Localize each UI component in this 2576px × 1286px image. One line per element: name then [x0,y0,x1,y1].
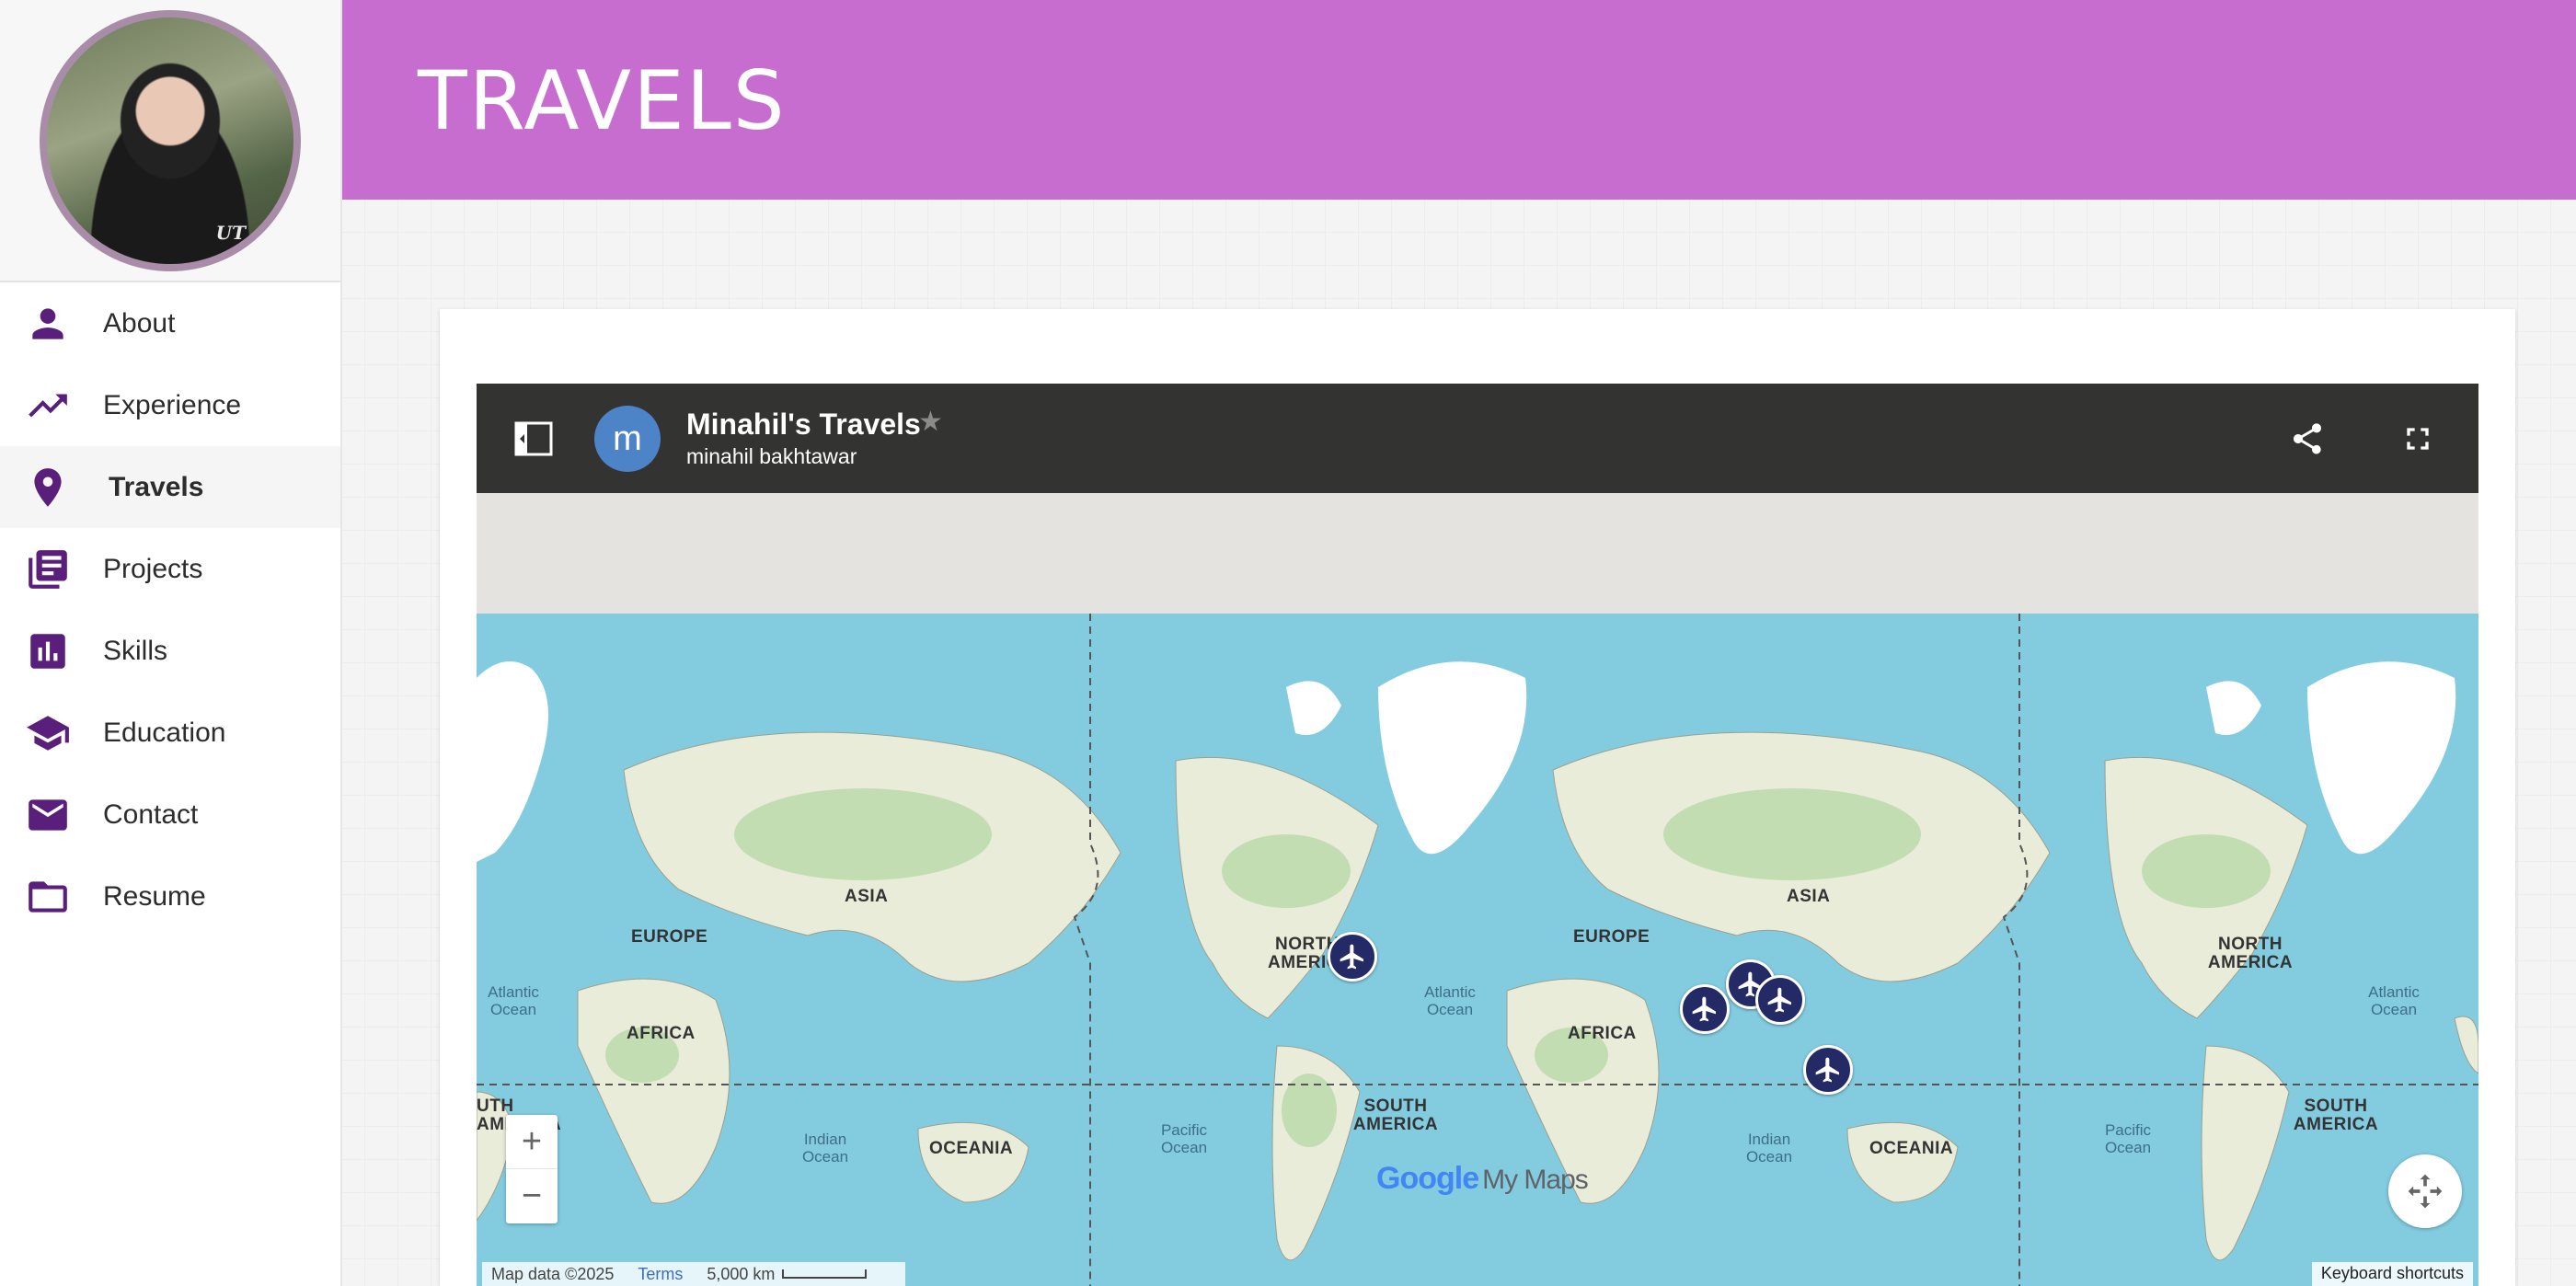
zoom-controls: + − [506,1115,558,1223]
continent-label: AFRICA [627,1024,696,1043]
keyboard-shortcuts-button[interactable]: Keyboard shortcuts [2311,1262,2473,1286]
travel-pin[interactable] [1803,1045,1853,1095]
sidebar-item-travels[interactable]: Travels [0,446,340,528]
sidebar-item-education[interactable]: Education [0,692,340,774]
sidebar-item-skills[interactable]: Skills [0,610,340,692]
sidebar-item-label: Projects [103,553,203,584]
ocean-label: Indian Ocean [801,1131,849,1165]
map-title[interactable]: Minahil's Travels [686,408,921,442]
continent-label: EUROPE [1573,927,1650,947]
avatar: UT [40,9,301,271]
person-icon [24,300,72,348]
scale-label: 5,000 km [707,1264,776,1283]
ocean-label: Pacific Ocean [1160,1121,1208,1156]
plane-icon [1767,987,1791,1013]
travel-pin[interactable] [1680,984,1730,1034]
map-pin-icon [24,464,72,511]
sidebar-item-label: Skills [103,635,168,666]
embedded-map: m Minahil's Travels ★ minahil bakhtawar [477,384,2478,1286]
scale-bar[interactable]: 5,000 km [707,1264,868,1284]
continent-label: NORTH AMERICA [2207,935,2294,972]
avatar-logo-text: UT [215,221,246,244]
continent-label: OCEANIA [1869,1139,1954,1158]
continent-label: ASIA [1787,887,1831,906]
scale-line [782,1269,868,1279]
continent-label: OCEANIA [929,1139,1014,1158]
continent-label: AFRICA [1568,1024,1637,1043]
trending-up-icon [24,382,72,430]
google-my-maps-logo: Google My Maps [1376,1161,1589,1197]
my-maps-wordmark: My Maps [1482,1165,1589,1195]
mail-icon [24,791,72,839]
continent-label: EUROPE [631,927,708,947]
sidebar-nav: About Experience Travels Projects Skills… [0,282,340,937]
sidebar-item-label: Resume [103,880,206,912]
graduation-cap-icon [24,709,72,757]
ocean-label: Indian Ocean [1745,1131,1793,1165]
sidebar-item-about[interactable]: About [0,282,340,364]
page-title: TRAVELS [418,53,787,148]
ocean-label: Pacific Ocean [2104,1121,2152,1156]
map-attribution-bar: Map data ©2025 Terms 5,000 km [482,1262,905,1286]
ocean-label: Atlantic Ocean [1424,983,1476,1018]
zoom-out-button[interactable]: − [506,1169,558,1223]
sidebar-item-contact[interactable]: Contact [0,774,340,855]
travel-pin[interactable] [1755,975,1805,1025]
terms-link[interactable]: Terms [638,1265,683,1284]
recenter-icon[interactable] [2388,1154,2462,1228]
map-card: m Minahil's Travels ★ minahil bakhtawar [440,309,2515,1286]
sidebar-item-label: Travels [109,471,204,502]
owner-avatar[interactable]: m [594,406,661,472]
folder-icon [24,873,72,921]
sidebar-item-label: Contact [103,798,199,830]
continent-label: ASIA [845,887,889,906]
map-attribution: Map data ©2025 [491,1264,615,1283]
profile-area: UT [0,0,340,282]
zoom-in-button[interactable]: + [506,1115,558,1169]
page-header: TRAVELS [342,0,2576,200]
continent-label: SOUTH AMERICA [1352,1097,1439,1134]
library-books-icon [24,545,72,593]
sidebar-item-label: Education [103,717,226,748]
map-toolbar: m Minahil's Travels ★ minahil bakhtawar [477,384,2478,493]
plane-icon [1815,1057,1839,1083]
ocean-label: Atlantic Ocean [2368,983,2420,1018]
legend-toggle-icon[interactable] [513,420,554,457]
plane-icon [1692,996,1716,1022]
world-map[interactable]: ASIA EUROPE AFRICA NORTH AMERICA SOUTH A… [477,614,2478,1286]
share-icon[interactable] [2289,420,2326,457]
sidebar-item-label: Experience [103,389,242,420]
travel-pin[interactable] [1328,932,1377,982]
bar-chart-icon [24,627,72,675]
sidebar-item-experience[interactable]: Experience [0,364,340,446]
sidebar-item-projects[interactable]: Projects [0,528,340,610]
map-owner: minahil bakhtawar [686,444,857,468]
star-icon[interactable]: ★ [918,406,943,438]
google-wordmark: Google [1376,1161,1479,1196]
ocean-label: Atlantic Ocean [488,983,539,1018]
sidebar-item-resume[interactable]: Resume [0,855,340,937]
plane-icon [1340,944,1363,970]
continent-label: SOUTH AMERICA [2293,1097,2379,1134]
fullscreen-icon[interactable] [2399,420,2436,457]
sidebar-item-label: About [103,307,176,339]
sidebar: UT About Experience Travels Projects Ski… [0,0,342,1286]
continent-label: UTH AMERICA [477,1097,561,1134]
